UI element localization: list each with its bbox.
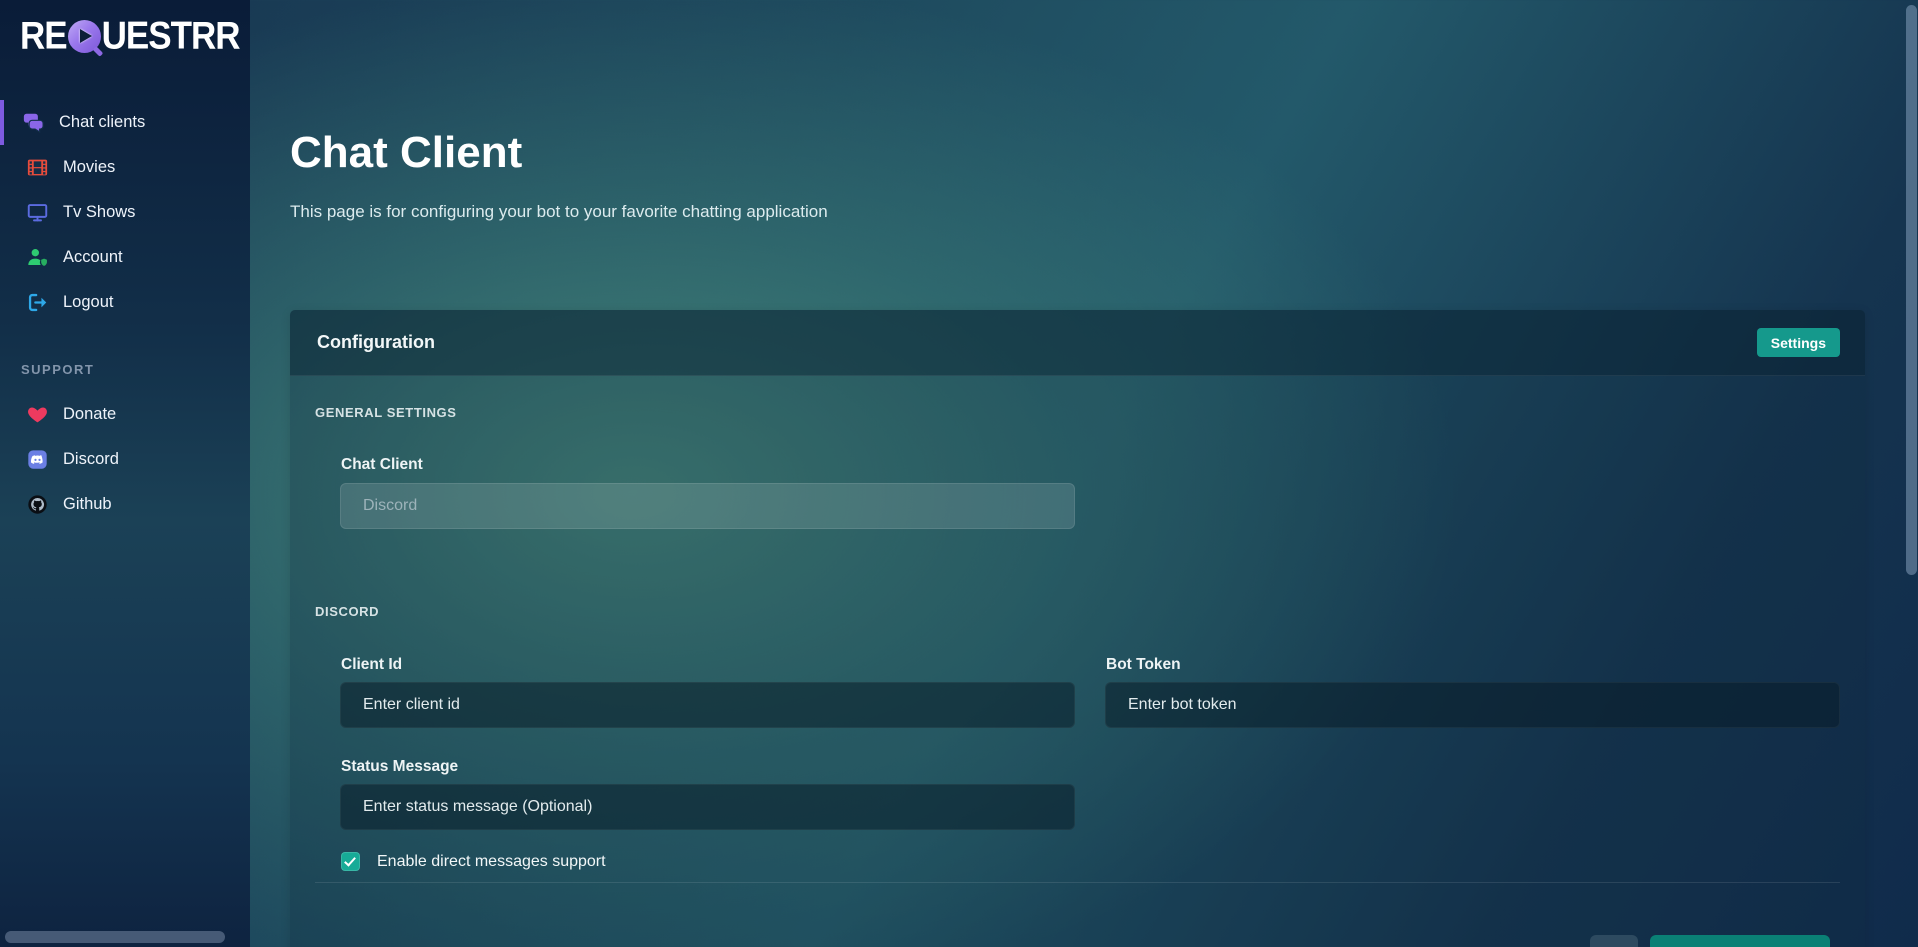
sidebar-item-label: Donate	[63, 405, 116, 424]
chat-client-input	[340, 483, 1075, 529]
sidebar-item-github[interactable]: Github	[0, 482, 250, 527]
logo-text-pre: RE	[20, 14, 67, 59]
sidebar-item-chat-clients[interactable]: Chat clients	[0, 100, 250, 145]
status-message-input[interactable]	[340, 784, 1075, 830]
sidebar-nav: Chat clients Movies Tv Shows Account Log…	[0, 100, 250, 325]
client-id-input[interactable]	[340, 682, 1075, 728]
section-divider	[315, 882, 1840, 883]
main-content: Chat Client This page is for configuring…	[250, 0, 1918, 947]
client-id-label: Client Id	[341, 656, 402, 674]
sidebar-item-label: Tv Shows	[63, 203, 135, 222]
status-message-label: Status Message	[341, 758, 458, 776]
test-settings-button-partial[interactable]	[1590, 935, 1638, 947]
configuration-card-header: Configuration Settings	[290, 310, 1865, 376]
vertical-scrollbar-thumb[interactable]	[1906, 5, 1917, 575]
support-section-header: SUPPORT	[21, 362, 94, 377]
sidebar-item-label: Logout	[63, 293, 113, 312]
discord-icon	[25, 450, 49, 470]
checkmark-icon	[344, 854, 356, 866]
general-settings-header: GENERAL SETTINGS	[315, 405, 457, 420]
sidebar-item-account[interactable]: Account	[0, 235, 250, 280]
sidebar-item-discord[interactable]: Discord	[0, 437, 250, 482]
heart-icon	[25, 405, 49, 425]
sidebar-item-movies[interactable]: Movies	[0, 145, 250, 190]
sidebar-item-label: Chat clients	[59, 113, 145, 132]
tv-icon	[25, 203, 49, 223]
app-logo[interactable]: RE UESTRR	[0, 0, 250, 58]
user-shield-icon	[25, 248, 49, 268]
bot-token-input[interactable]	[1105, 682, 1840, 728]
sidebar-item-label: Movies	[63, 158, 115, 177]
chat-icon	[21, 113, 45, 133]
discord-section-header: DISCORD	[315, 604, 379, 619]
dm-support-row: Enable direct messages support	[341, 852, 606, 871]
logout-icon	[25, 293, 49, 313]
save-changes-button-partial[interactable]	[1650, 935, 1830, 947]
sidebar-item-label: Discord	[63, 450, 119, 469]
sidebar: RE UESTRR Chat clients Movies Tv Shows	[0, 0, 250, 947]
sidebar-item-tv-shows[interactable]: Tv Shows	[0, 190, 250, 235]
logo-play-icon	[68, 20, 101, 53]
horizontal-scrollbar-thumb[interactable]	[5, 931, 225, 943]
sidebar-item-label: Github	[63, 495, 112, 514]
sidebar-item-label: Account	[63, 248, 123, 267]
settings-button[interactable]: Settings	[1757, 328, 1840, 357]
page-subtitle: This page is for configuring your bot to…	[290, 202, 828, 222]
configuration-card: Configuration Settings GENERAL SETTINGS …	[290, 310, 1865, 947]
sidebar-item-logout[interactable]: Logout	[0, 280, 250, 325]
support-list: Donate Discord Github	[0, 392, 250, 527]
page-title: Chat Client	[290, 128, 522, 178]
bot-token-label: Bot Token	[1106, 656, 1181, 674]
dm-support-checkbox[interactable]	[341, 852, 360, 871]
configuration-title: Configuration	[317, 332, 435, 353]
chat-client-label: Chat Client	[341, 456, 423, 474]
sidebar-item-donate[interactable]: Donate	[0, 392, 250, 437]
dm-support-label: Enable direct messages support	[377, 853, 606, 871]
logo-text-post: UESTRR	[102, 14, 240, 59]
film-icon	[25, 158, 49, 178]
github-icon	[25, 495, 49, 515]
